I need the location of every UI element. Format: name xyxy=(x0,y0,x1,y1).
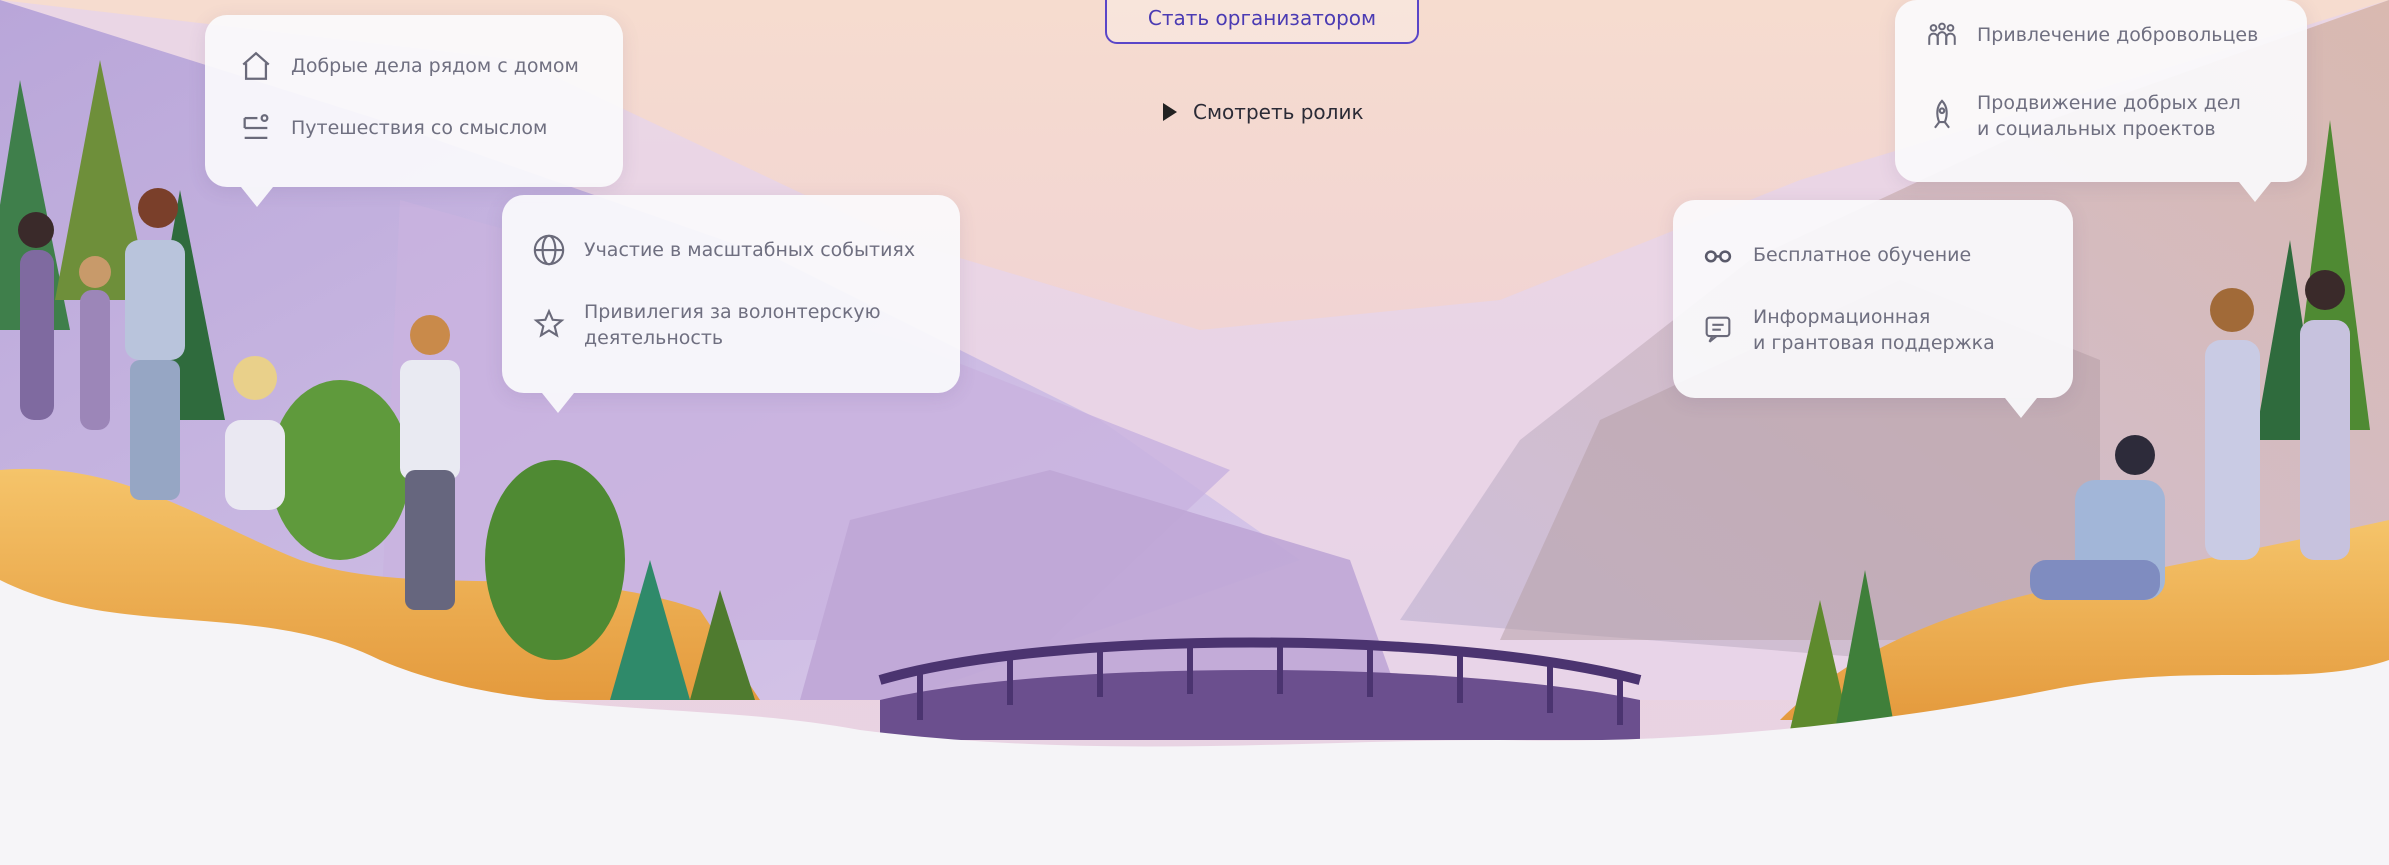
benefit-item: Добрые дела рядом с домом xyxy=(235,45,579,87)
benefits-card-left-top: Добрые дела рядом с домом Путешествия со… xyxy=(205,15,623,207)
star-icon xyxy=(528,303,570,345)
play-icon xyxy=(1163,103,1177,121)
globe-icon xyxy=(528,229,570,271)
watch-video-label: Смотреть ролик xyxy=(1193,100,1364,124)
rocket-icon xyxy=(1921,94,1963,136)
benefit-item: Участие в масштабных событиях xyxy=(528,229,915,271)
route-icon xyxy=(235,107,277,149)
watch-video-link[interactable]: Смотреть ролик xyxy=(1163,100,1364,124)
benefit-item: Привлечение добровольцев xyxy=(1921,14,2258,56)
message-icon xyxy=(1697,308,1739,350)
benefits-card-right-mid: Бесплатное обучение Информационная и гра… xyxy=(1673,200,2073,418)
benefits-card-right-top: Привлечение добровольцев Продвижение доб… xyxy=(1895,0,2307,202)
benefit-item: Привилегия за волонтерскую деятельность xyxy=(528,299,881,351)
benefit-item: Продвижение добрых дел и социальных прое… xyxy=(1921,90,2241,142)
benefit-item: Бесплатное обучение xyxy=(1697,234,1971,276)
home-icon xyxy=(235,45,277,87)
benefits-card-left-mid: Участие в масштабных событиях Привилегия… xyxy=(502,195,960,413)
people-icon xyxy=(1921,14,1963,56)
glasses-icon xyxy=(1697,234,1739,276)
benefit-item: Информационная и грантовая поддержка xyxy=(1697,304,1995,356)
become-organizer-button[interactable]: Стать организатором xyxy=(1105,0,1419,44)
benefit-item: Путешествия со смыслом xyxy=(235,107,547,149)
